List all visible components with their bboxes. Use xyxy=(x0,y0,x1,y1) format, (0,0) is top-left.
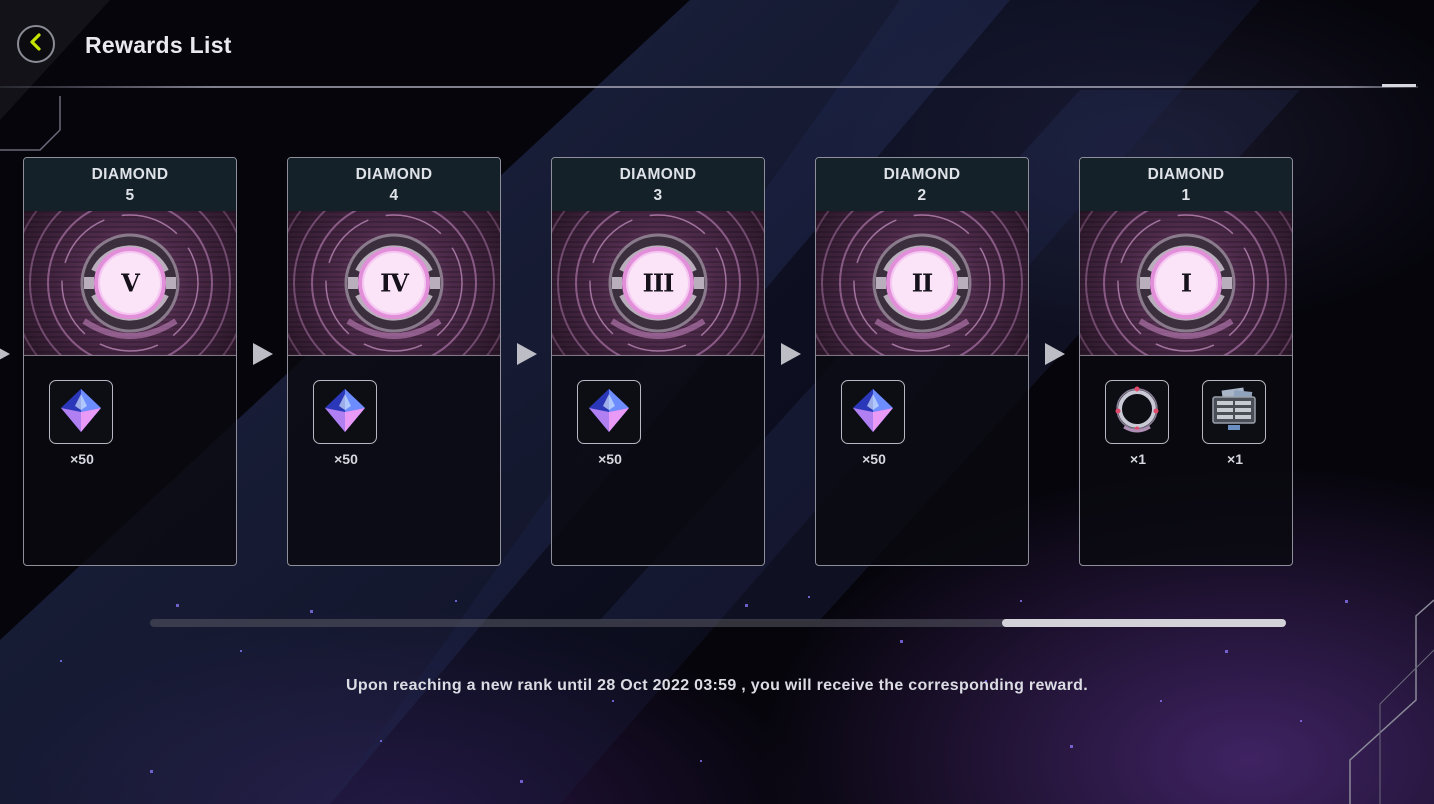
reward-item-box[interactable] xyxy=(577,380,641,444)
reward-item-box[interactable] xyxy=(841,380,905,444)
rank-header: DIAMOND 3 xyxy=(552,158,764,211)
rank-tier: 3 xyxy=(653,186,663,204)
rank-card[interactable]: DIAMOND 5 V ×50 xyxy=(23,157,237,566)
reward-item[interactable]: ×50 xyxy=(313,380,379,467)
rank-header: DIAMOND 4 xyxy=(288,158,500,211)
rank-numeral: V xyxy=(121,268,140,298)
reward-item[interactable]: ×1 xyxy=(1105,380,1171,467)
reward-item[interactable]: ×50 xyxy=(49,380,115,467)
rank-tier: 4 xyxy=(389,186,399,204)
reward-item-box[interactable] xyxy=(313,380,377,444)
reward-quantity: ×1 xyxy=(1227,451,1243,467)
rank-header: DIAMOND 5 xyxy=(24,158,236,211)
rank-emblem: IV xyxy=(288,211,500,356)
rank-card[interactable]: DIAMOND 3 III ×50 xyxy=(551,157,765,566)
rank-numeral: I xyxy=(1180,268,1192,298)
reward-list: ×50 xyxy=(24,356,236,565)
rank-name: DIAMOND xyxy=(883,165,961,183)
reward-item-box[interactable] xyxy=(1105,380,1169,444)
page-title: Rewards List xyxy=(85,32,232,58)
reward-item-box[interactable] xyxy=(49,380,113,444)
rank-emblem: V xyxy=(24,211,236,356)
top-bar: Rewards List xyxy=(0,0,1434,88)
reward-item[interactable]: ×50 xyxy=(841,380,907,467)
rank-numeral: IV xyxy=(380,268,409,298)
rank-header: DIAMOND 1 xyxy=(1080,158,1292,211)
reward-quantity: ×50 xyxy=(862,451,886,467)
rank-name: DIAMOND xyxy=(619,165,697,183)
deck-case-icon xyxy=(1208,385,1260,440)
rank-emblem: II xyxy=(816,211,1028,356)
rank-name: DIAMOND xyxy=(91,165,169,183)
reward-quantity: ×50 xyxy=(70,451,94,467)
rank-card[interactable]: DIAMOND 2 II ×50 xyxy=(815,157,1029,566)
arrow-right-icon xyxy=(1045,343,1065,365)
reward-list: ×1 ×1 xyxy=(1080,356,1292,565)
rank-name: DIAMOND xyxy=(1147,165,1225,183)
reward-quantity: ×1 xyxy=(1130,451,1146,467)
scrollbar-thumb[interactable] xyxy=(1002,619,1286,627)
reward-quantity: ×50 xyxy=(334,451,358,467)
gem-icon xyxy=(57,386,105,439)
arrow-right-icon xyxy=(781,343,801,365)
reward-list: ×50 xyxy=(288,356,500,565)
gem-icon xyxy=(849,386,897,439)
chevron-left-icon xyxy=(26,32,46,57)
rank-card[interactable]: DIAMOND 1 I ×1 ×1 xyxy=(1079,157,1293,566)
reward-quantity: ×50 xyxy=(598,451,622,467)
rank-numeral: III xyxy=(642,268,675,298)
arrow-right-icon xyxy=(253,343,273,365)
rank-header: DIAMOND 2 xyxy=(816,158,1028,211)
reward-note: Upon reaching a new rank until 28 Oct 20… xyxy=(346,677,1088,694)
gem-icon xyxy=(321,386,369,439)
reward-item[interactable]: ×1 xyxy=(1202,380,1268,467)
rank-tier: 1 xyxy=(1181,186,1191,204)
rank-emblem: I xyxy=(1080,211,1292,356)
rank-tier: 5 xyxy=(125,186,135,204)
header-divider-accent xyxy=(1382,84,1416,87)
rank-emblem: III xyxy=(552,211,764,356)
reward-list: ×50 xyxy=(816,356,1028,565)
back-button[interactable] xyxy=(17,25,55,63)
arrow-right-icon xyxy=(0,343,10,365)
reward-item-box[interactable] xyxy=(1202,380,1266,444)
reward-list: ×50 xyxy=(552,356,764,565)
rank-tier: 2 xyxy=(917,186,927,204)
rank-numeral: II xyxy=(911,268,933,298)
reward-item[interactable]: ×50 xyxy=(577,380,643,467)
rank-name: DIAMOND xyxy=(355,165,433,183)
arrow-right-icon xyxy=(517,343,537,365)
rank-card[interactable]: DIAMOND 4 IV ×50 xyxy=(287,157,501,566)
horizontal-scrollbar[interactable] xyxy=(150,619,1286,627)
header-divider xyxy=(0,86,1418,88)
icon-frame-icon xyxy=(1112,385,1162,440)
gem-icon xyxy=(585,386,633,439)
